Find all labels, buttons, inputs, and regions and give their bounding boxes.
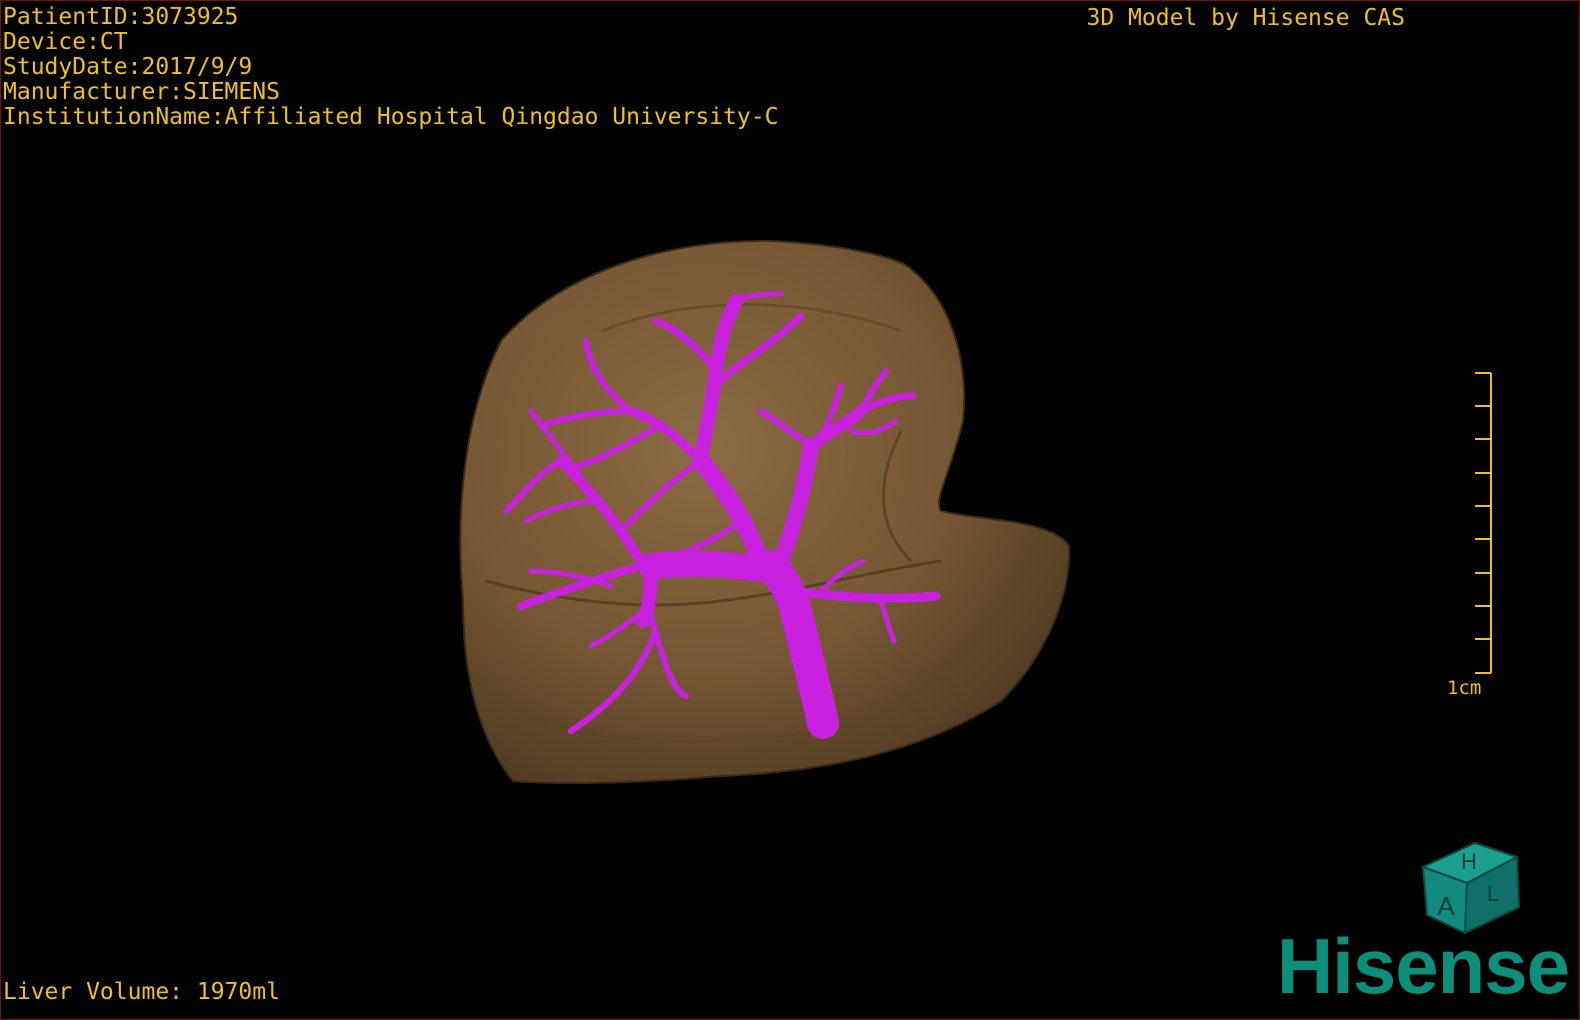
scale-bar xyxy=(1475,372,1492,674)
cube-front-face-label: A xyxy=(1437,891,1455,921)
cube-top-face-label: H xyxy=(1461,849,1477,874)
cube-side-face-label: L xyxy=(1487,881,1499,906)
liver-volume-label: Liver Volume: 1970ml xyxy=(3,979,280,1005)
liver-3d-scene[interactable] xyxy=(1,1,1580,1020)
hisense-logo: Hisense xyxy=(1276,922,1570,1010)
scale-bar-label: 1cm xyxy=(1447,677,1482,699)
render-viewport[interactable]: PatientID:3073925 Device:CT StudyDate:20… xyxy=(0,0,1580,1020)
